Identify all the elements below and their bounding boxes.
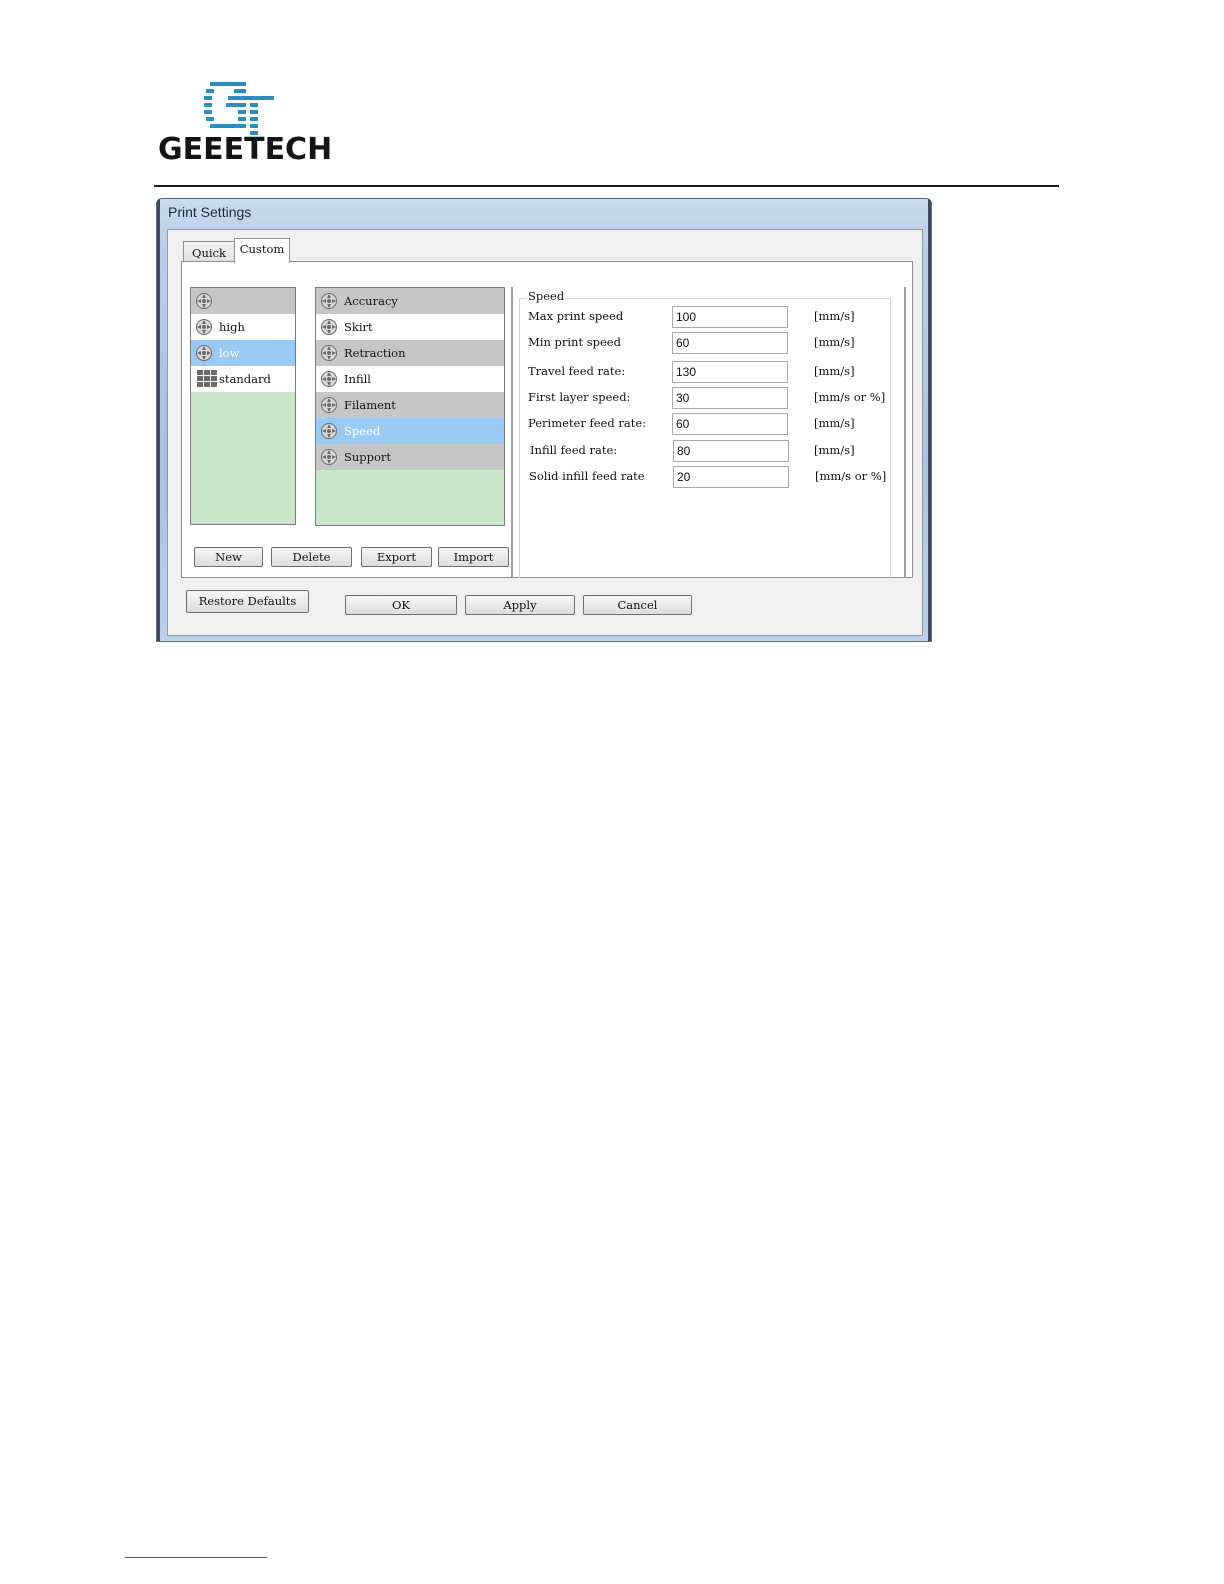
category-list-item[interactable]: Filament (316, 392, 504, 418)
settings-scroll-edge[interactable] (904, 287, 906, 577)
profile-list-item[interactable]: standard (191, 366, 295, 392)
category-list-item-label: Retraction (344, 346, 406, 360)
first-layer-speed-input[interactable]: 30 (672, 387, 788, 409)
gear-icon (320, 344, 338, 362)
delete-profile-button[interactable]: Delete (271, 547, 352, 567)
gear-icon (320, 396, 338, 414)
max-print-speed-unit: [mm/s] (814, 309, 855, 323)
min-print-speed-label: Min print speed (528, 335, 621, 349)
print-settings-window: Print Settings Quick Custom high low stand… (156, 198, 932, 642)
travel-feed-rate-label: Travel feed rate: (528, 364, 626, 378)
header-divider (154, 185, 1059, 187)
tab-quick[interactable]: Quick (183, 241, 235, 263)
custom-tab-panel: high low standard Accuracy Skirt Retraction I… (181, 261, 913, 578)
category-list-item-label: Speed (344, 424, 381, 438)
category-list-item[interactable]: Skirt (316, 314, 504, 340)
footer-link-underline[interactable] (125, 1557, 267, 1558)
dialog-body: Quick Custom high low standard Accuracy Ski… (167, 229, 923, 636)
solid-infill-feed-rate-label: Solid infill feed rate (529, 469, 645, 483)
tab-custom[interactable]: Custom (234, 238, 290, 263)
category-list[interactable]: Accuracy Skirt Retraction Infill Filament Spe… (315, 287, 505, 526)
gear-icon (195, 292, 213, 310)
category-list-item-label: Support (344, 450, 392, 464)
gear-icon (320, 370, 338, 388)
gear-icon (320, 422, 338, 440)
profile-list[interactable]: high low standard (190, 287, 296, 525)
gear-icon (320, 292, 338, 310)
logo-wordmark: GEEETECH (158, 132, 333, 167)
min-print-speed-input[interactable]: 60 (672, 332, 788, 354)
max-print-speed-input[interactable]: 100 (672, 306, 788, 328)
profile-list-item-label: low (219, 346, 240, 360)
grid-icon (195, 370, 217, 388)
category-list-item-label: Skirt (344, 320, 373, 334)
category-list-item[interactable]: Support (316, 444, 504, 470)
gt-logo-mark-icon (204, 82, 274, 135)
panel-splitter[interactable] (511, 287, 513, 577)
apply-button[interactable]: Apply (465, 595, 575, 615)
gear-icon (320, 318, 338, 336)
perimeter-feed-rate-unit: [mm/s] (814, 416, 855, 430)
perimeter-feed-rate-input[interactable]: 60 (672, 413, 788, 435)
profile-list-item[interactable] (191, 288, 295, 314)
profile-list-item-label: high (219, 320, 245, 334)
category-list-item-label: Infill (344, 372, 371, 386)
perimeter-feed-rate-label: Perimeter feed rate: (528, 416, 647, 430)
category-list-item-label: Filament (344, 398, 396, 412)
profile-list-item[interactable]: high (191, 314, 295, 340)
solid-infill-feed-rate-unit: [mm/s or %] (815, 469, 887, 483)
category-list-item[interactable]: Retraction (316, 340, 504, 366)
infill-feed-rate-input[interactable]: 80 (673, 440, 789, 462)
infill-feed-rate-label: Infill feed rate: (530, 443, 618, 457)
export-profile-button[interactable]: Export (361, 547, 432, 567)
category-list-item[interactable]: Speed (316, 418, 504, 444)
solid-infill-feed-rate-input[interactable]: 20 (673, 466, 789, 488)
geeetech-logo: GEEETECH (158, 82, 332, 168)
first-layer-speed-unit: [mm/s or %] (814, 390, 886, 404)
cancel-button[interactable]: Cancel (583, 595, 692, 615)
profile-list-item[interactable]: low (191, 340, 295, 366)
max-print-speed-label: Max print speed (528, 309, 624, 323)
infill-feed-rate-unit: [mm/s] (814, 443, 855, 457)
ok-button[interactable]: OK (345, 595, 457, 615)
category-list-item[interactable]: Infill (316, 366, 504, 392)
first-layer-speed-label: First layer speed: (528, 390, 631, 404)
profile-list-item-label: standard (219, 372, 271, 386)
category-list-item[interactable]: Accuracy (316, 288, 504, 314)
window-title: Print Settings (168, 204, 252, 220)
gear-icon (195, 344, 213, 362)
new-profile-button[interactable]: New (194, 547, 263, 567)
travel-feed-rate-unit: [mm/s] (814, 364, 855, 378)
min-print-speed-unit: [mm/s] (814, 335, 855, 349)
import-profile-button[interactable]: Import (438, 547, 509, 567)
category-list-item-label: Accuracy (344, 294, 398, 308)
gear-icon (320, 448, 338, 466)
travel-feed-rate-input[interactable]: 130 (672, 361, 788, 383)
restore-defaults-button[interactable]: Restore Defaults (186, 590, 309, 613)
gear-icon (195, 318, 213, 336)
speed-group-title: Speed (526, 289, 567, 303)
